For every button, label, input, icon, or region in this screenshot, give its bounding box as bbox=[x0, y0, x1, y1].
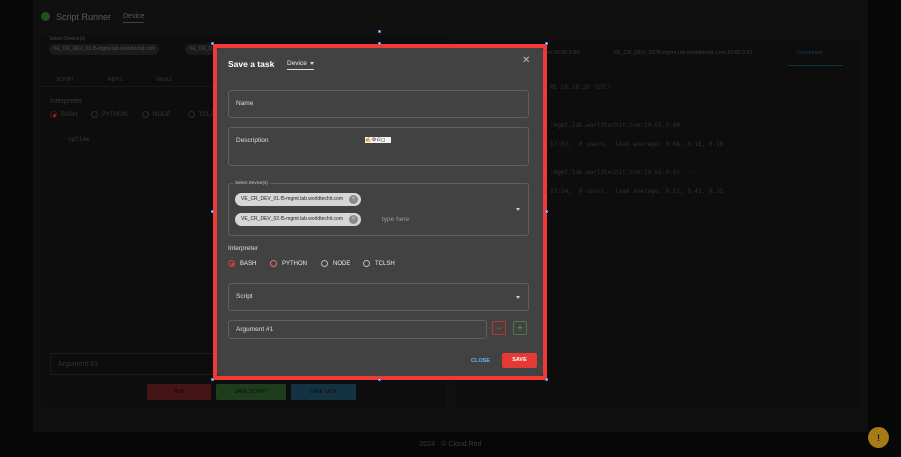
radio-label: NODE bbox=[333, 260, 351, 267]
resize-handle[interactable] bbox=[211, 42, 214, 45]
remove-chip-icon[interactable]: × bbox=[349, 215, 358, 224]
radio-checked-icon bbox=[228, 260, 235, 267]
name-field[interactable]: Name bbox=[228, 90, 529, 118]
argument-input[interactable]: Argument #1 bbox=[228, 320, 487, 339]
radio-bash[interactable]: BASH bbox=[228, 260, 256, 267]
close-icon[interactable]: ✕ bbox=[522, 55, 530, 66]
radio-python[interactable]: PYTHON bbox=[270, 260, 307, 267]
save-button[interactable]: SAVE bbox=[502, 353, 537, 368]
radio-label: BASH bbox=[240, 260, 257, 267]
dialog-title: Save a task bbox=[228, 59, 275, 69]
minus-icon: − bbox=[496, 323, 502, 333]
feedback-button[interactable]: ! bbox=[868, 427, 889, 448]
device-chip[interactable]: VE_CR_DEV_01.f5-mgmt.lab.worldtechit.com… bbox=[235, 193, 361, 206]
resize-handle[interactable] bbox=[545, 210, 548, 213]
name-field-label: Name bbox=[236, 100, 254, 107]
remove-argument-button[interactable]: − bbox=[492, 321, 506, 335]
device-chip-label: VE_CR_DEV_02.f5-mgmt.lab.worldtechit.com bbox=[241, 216, 343, 222]
dropdown-arrow-icon[interactable] bbox=[516, 296, 520, 299]
device-chip-label: VE_CR_DEV_01.f5-mgmt.lab.worldtechit.com bbox=[241, 196, 343, 202]
radio-unchecked-icon bbox=[270, 260, 277, 267]
devices-select-label: Select Device(s) bbox=[233, 180, 270, 185]
resize-handle[interactable] bbox=[211, 378, 214, 381]
script-select-label: Script bbox=[236, 293, 253, 300]
alert-icon: ! bbox=[877, 432, 880, 443]
interpreter-label: Interpreter bbox=[228, 245, 258, 252]
description-field-label: Description bbox=[236, 137, 269, 144]
script-select[interactable]: Script bbox=[228, 283, 529, 311]
argument-input-label: Argument #1 bbox=[236, 326, 274, 333]
radio-unchecked-icon bbox=[321, 260, 328, 267]
dropdown-arrow-icon[interactable] bbox=[516, 208, 520, 211]
save-task-dialog: Save a task Device ✕ Name Description ✍⚙… bbox=[217, 48, 543, 376]
dialog-mode-label: Device bbox=[287, 60, 307, 67]
radio-unchecked-icon bbox=[363, 260, 370, 267]
resize-handle[interactable] bbox=[378, 30, 381, 33]
resize-handle[interactable] bbox=[545, 378, 548, 381]
description-field[interactable]: Description bbox=[228, 127, 529, 166]
devices-input[interactable]: type here bbox=[382, 216, 409, 223]
chevron-down-icon bbox=[309, 62, 314, 65]
devices-select[interactable]: VE_CR_DEV_01.f5-mgmt.lab.worldtechit.com… bbox=[228, 183, 529, 236]
close-button[interactable]: CLOSE bbox=[471, 358, 490, 364]
resize-handle[interactable] bbox=[545, 42, 548, 45]
radio-label: TCLSH bbox=[375, 260, 395, 267]
radio-node[interactable]: NODE bbox=[321, 260, 350, 267]
resize-handle[interactable] bbox=[378, 42, 381, 45]
resize-handle[interactable] bbox=[211, 210, 214, 213]
toolbar-icons: ✍⚙⎌◻ bbox=[365, 137, 391, 143]
remove-chip-icon[interactable]: × bbox=[349, 195, 358, 204]
dialog-mode-selector[interactable]: Device bbox=[287, 60, 314, 70]
radio-tclsh[interactable]: TCLSH bbox=[363, 260, 395, 267]
device-chip[interactable]: VE_CR_DEV_02.f5-mgmt.lab.worldtechit.com… bbox=[235, 213, 361, 226]
plus-icon: + bbox=[517, 323, 523, 333]
add-argument-button[interactable]: + bbox=[513, 321, 527, 335]
radio-label: PYTHON bbox=[282, 260, 308, 267]
resize-handle[interactable] bbox=[378, 378, 381, 381]
